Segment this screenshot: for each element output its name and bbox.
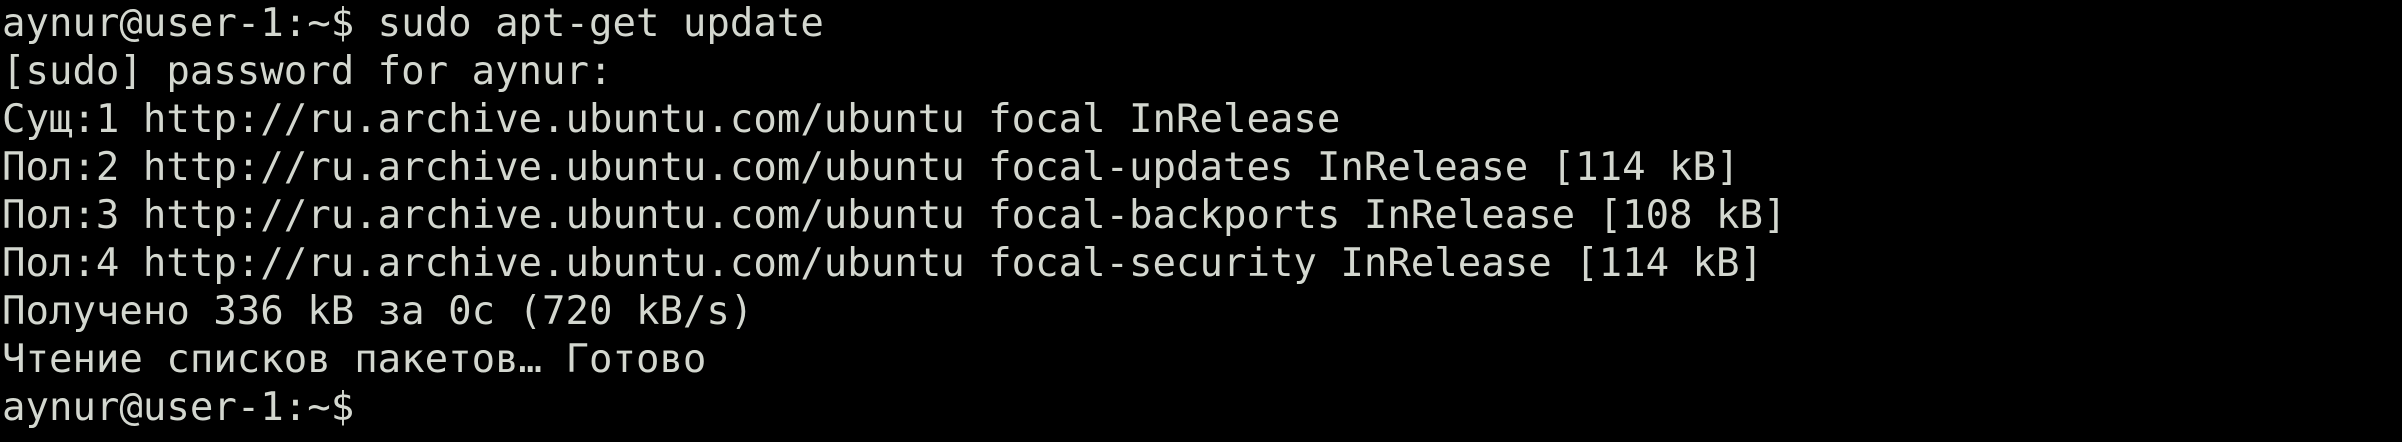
- terminal-line: Чтение списков пакетов… Готово: [2, 337, 707, 382]
- terminal-line: Сущ:1 http://ru.archive.ubuntu.com/ubunt…: [2, 97, 1341, 142]
- terminal-prompt-line[interactable]: aynur@user-1:~$: [2, 384, 2402, 432]
- terminal-line: Пол:4 http://ru.archive.ubuntu.com/ubunt…: [2, 241, 1763, 286]
- terminal-line: aynur@user-1:~$ sudo apt-get update: [2, 1, 824, 46]
- terminal-cursor[interactable]: [378, 388, 401, 428]
- terminal-line: Пол:3 http://ru.archive.ubuntu.com/ubunt…: [2, 193, 1787, 238]
- terminal-line: [sudo] password for aynur:: [2, 49, 613, 94]
- terminal-line: Пол:2 http://ru.archive.ubuntu.com/ubunt…: [2, 145, 1740, 190]
- terminal-window[interactable]: aynur@user-1:~$ sudo apt-get update [sud…: [0, 0, 2402, 442]
- terminal-prompt: aynur@user-1:~$: [2, 385, 378, 430]
- terminal-line: Получено 336 kB за 0с (720 kB/s): [2, 289, 754, 334]
